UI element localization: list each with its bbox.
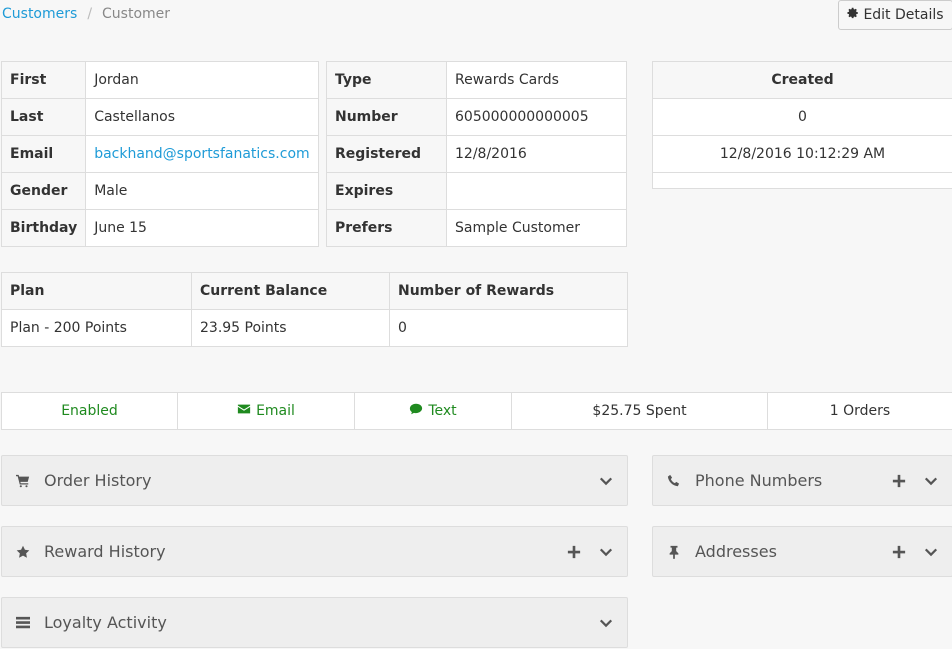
chevron-down-icon[interactable] [599, 545, 613, 559]
created-box: Created 0 12/8/2016 10:12:29 AM [652, 61, 952, 189]
plus-icon[interactable] [567, 545, 581, 559]
orders-count: 1 Orders [829, 403, 891, 419]
table-row: First Jordan [0, 61, 319, 99]
plus-icon[interactable] [892, 545, 906, 559]
addresses-panel[interactable]: Addresses [652, 526, 952, 577]
first-value: Jordan [85, 61, 319, 99]
breadcrumb-separator: / [87, 6, 93, 22]
rewards-cell: 0 [389, 309, 628, 347]
order-history-panel[interactable]: Order History [1, 455, 628, 506]
prefers-label: Prefers [326, 209, 447, 247]
edit-details-label: Edit Details [863, 7, 944, 23]
gear-icon [847, 7, 859, 23]
phone-numbers-panel[interactable]: Phone Numbers [652, 455, 952, 506]
reward-history-panel[interactable]: Reward History [1, 526, 628, 577]
chevron-down-icon[interactable] [924, 545, 938, 559]
breadcrumb-current: Customer [102, 6, 171, 22]
created-value: 0 [653, 99, 952, 136]
phone-numbers-title: Phone Numbers [695, 471, 823, 490]
type-label: Type [326, 61, 447, 99]
list-icon [16, 616, 30, 630]
phone-icon [667, 474, 681, 488]
birthday-value: June 15 [85, 209, 319, 247]
text-status[interactable]: Text [355, 393, 512, 429]
type-value: Rewards Cards [446, 61, 627, 99]
chevron-down-icon[interactable] [924, 474, 938, 488]
envelope-icon [237, 402, 251, 420]
star-icon [16, 545, 30, 559]
plan-cell: Plan - 200 Points [1, 309, 192, 347]
table-row: Email backhand@sportsfanatics.com [0, 135, 319, 173]
table-header-row: Plan Current Balance Number of Rewards [1, 272, 628, 310]
table-row: Plan - 200 Points 23.95 Points 0 [1, 309, 628, 347]
edit-details-button[interactable]: Edit Details [838, 0, 952, 30]
expires-label: Expires [326, 172, 447, 210]
first-label: First [0, 61, 87, 99]
last-value: Castellanos [85, 98, 319, 136]
reward-history-title: Reward History [44, 542, 166, 561]
gender-label: Gender [0, 172, 87, 210]
plan-header: Plan [1, 272, 192, 310]
status-bar: Enabled Email Text $25.75 Spent 1 Orders [1, 392, 952, 430]
rewards-header: Number of Rewards [389, 272, 628, 310]
text-status-label: Text [428, 403, 457, 419]
order-history-title: Order History [44, 471, 152, 490]
last-label: Last [0, 98, 87, 136]
table-row: Number 605000000000005 [326, 98, 627, 136]
email-label: Email [0, 135, 87, 173]
registered-label: Registered [326, 135, 447, 173]
loyalty-activity-title: Loyalty Activity [44, 613, 167, 632]
balance-cell: 23.95 Points [191, 309, 390, 347]
gender-value: Male [85, 172, 319, 210]
birthday-label: Birthday [0, 209, 87, 247]
chevron-down-icon[interactable] [599, 474, 613, 488]
breadcrumb: Customers / Customer [2, 6, 170, 22]
balance-header: Current Balance [191, 272, 390, 310]
chevron-down-icon[interactable] [599, 616, 613, 630]
created-header: Created [653, 62, 952, 99]
plan-table: Plan Current Balance Number of Rewards P… [1, 272, 628, 347]
table-row: Last Castellanos [0, 98, 319, 136]
breadcrumb-customers-link[interactable]: Customers [2, 6, 77, 22]
table-row: Expires [326, 172, 627, 210]
customer-info-table: First Jordan Last Castellanos Email back… [0, 61, 319, 247]
spent-total: $25.75 Spent [512, 393, 768, 429]
enabled-status[interactable]: Enabled [2, 393, 178, 429]
loyalty-activity-panel[interactable]: Loyalty Activity [1, 597, 628, 648]
pin-icon [667, 545, 681, 559]
plus-icon[interactable] [892, 474, 906, 488]
table-row: Type Rewards Cards [326, 61, 627, 99]
comment-icon [409, 402, 423, 420]
email-status[interactable]: Email [178, 393, 355, 429]
email-status-label: Email [256, 403, 295, 419]
registered-value: 12/8/2016 [446, 135, 627, 173]
prefers-value: Sample Customer [446, 209, 627, 247]
table-row: Gender Male [0, 172, 319, 210]
cart-icon [16, 474, 30, 488]
created-timestamp: 12/8/2016 10:12:29 AM [653, 136, 952, 173]
expires-value [446, 172, 627, 210]
table-row: Birthday June 15 [0, 209, 319, 247]
number-value: 605000000000005 [446, 98, 627, 136]
card-info-table: Type Rewards Cards Number 60500000000000… [326, 61, 627, 247]
number-label: Number [326, 98, 447, 136]
addresses-title: Addresses [695, 542, 777, 561]
table-row: Registered 12/8/2016 [326, 135, 627, 173]
table-row: Prefers Sample Customer [326, 209, 627, 247]
email-link[interactable]: backhand@sportsfanatics.com [94, 146, 309, 162]
